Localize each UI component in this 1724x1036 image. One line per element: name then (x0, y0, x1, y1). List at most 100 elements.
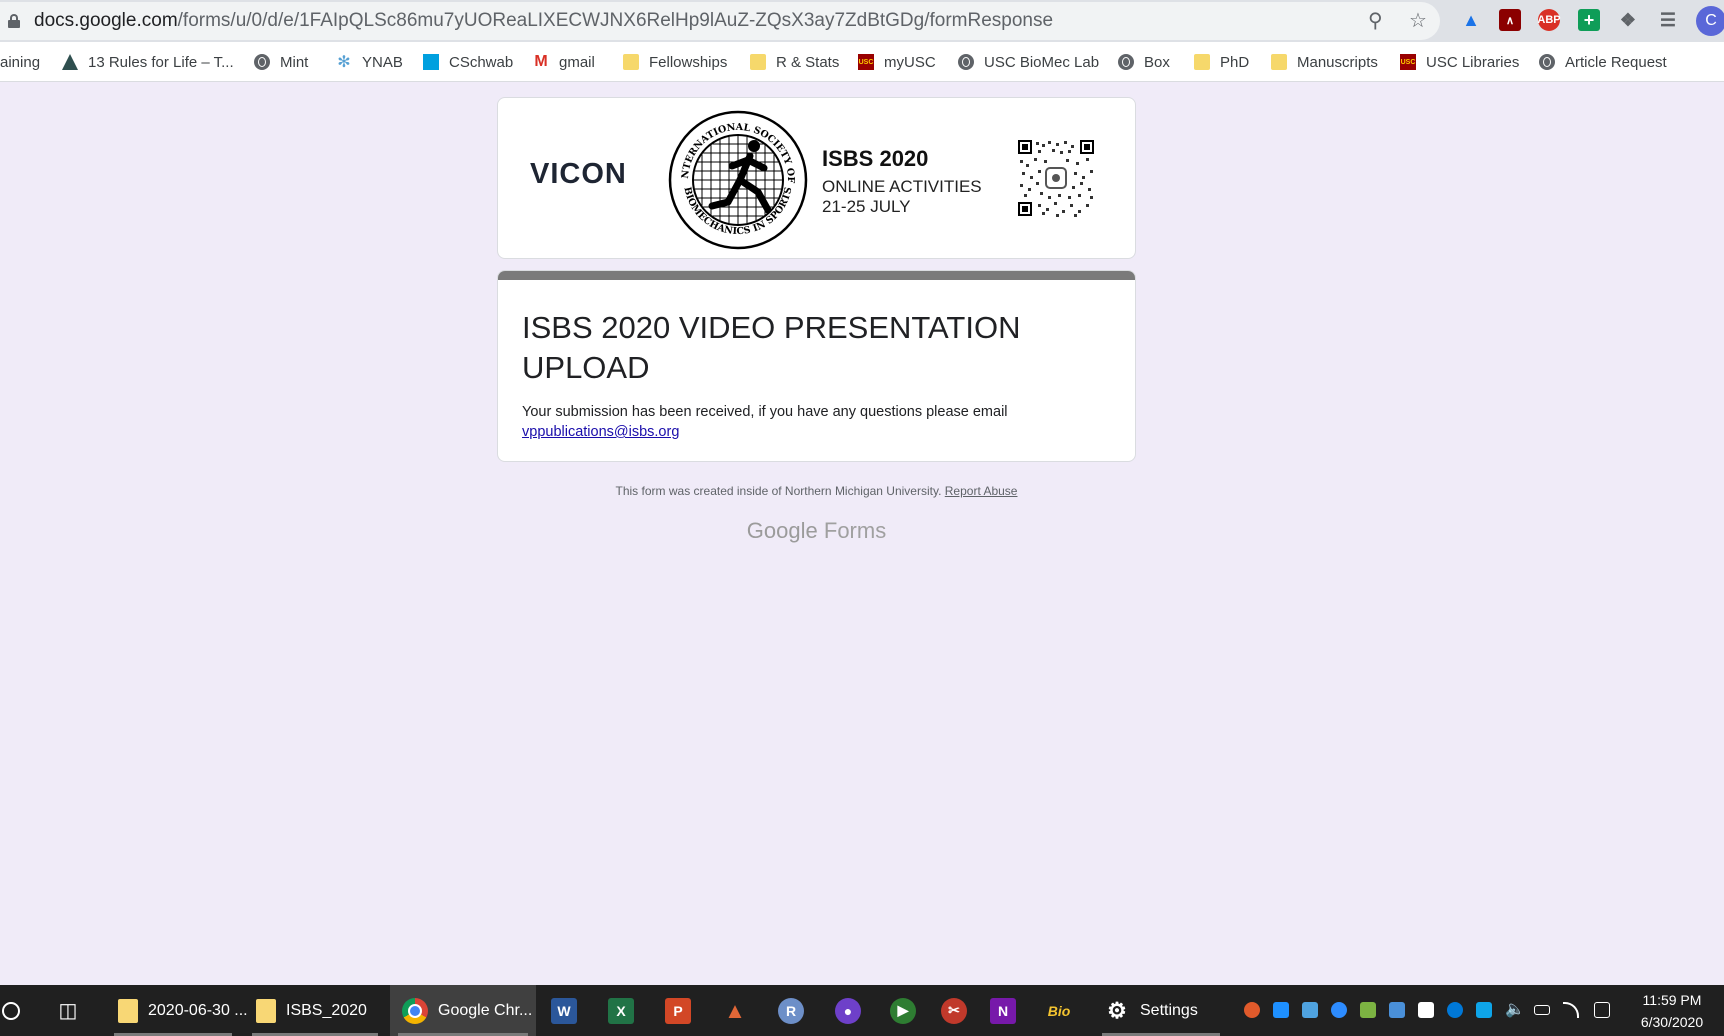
graduation-cap-icon[interactable]: ▲ (1460, 9, 1482, 31)
bluetooth-icon[interactable] (1447, 1002, 1463, 1018)
confirmation-message: Your submission has been received, if yo… (522, 402, 1112, 442)
url-text[interactable]: docs.google.com/forms/u/0/d/e/1FAIpQLSc8… (34, 10, 1053, 32)
task-view-button[interactable]: ◫ (48, 985, 88, 1036)
taskbar-explorer-1[interactable]: 2020-06-30 ... (106, 985, 248, 1036)
form-title: ISBS 2020 VIDEO PRESENTATION UPLOAD (522, 310, 1021, 385)
puzzle-icon[interactable]: ❖ (1617, 9, 1639, 31)
confirmation-text: Your submission has been received, if yo… (522, 404, 1008, 420)
bookmark-myusc[interactable]: USC myUSC (858, 42, 936, 82)
taskbar-settings[interactable]: ⚙ Settings (1094, 985, 1228, 1036)
taskbar-label: Settings (1140, 1001, 1198, 1019)
bookmark-phd[interactable]: PhD (1194, 42, 1249, 82)
bookmark-gmail[interactable]: Mgmail (533, 42, 595, 82)
zoom-icon[interactable]: ⚲ (1368, 11, 1383, 31)
isbs-title: ISBS 2020 (822, 146, 929, 171)
taskbar-excel[interactable]: X (608, 985, 644, 1036)
taskbar-word[interactable]: W (551, 985, 587, 1036)
taskbar-label: ISBS_2020 (286, 1001, 367, 1019)
bookmark-article-request[interactable]: Article Request (1539, 42, 1667, 82)
footer-disclaimer: This form was created inside of Northern… (0, 484, 1633, 498)
taskbar-snipping[interactable]: ✂ (941, 985, 977, 1036)
taskbar-r[interactable]: R (778, 985, 814, 1036)
taskbar-github[interactable]: ● (835, 985, 871, 1036)
bookmark-usc-biomec-lab[interactable]: USC BioMec Lab (958, 42, 1099, 82)
lock-icon[interactable] (8, 14, 20, 28)
folder-icon (1271, 54, 1287, 70)
bookmark-label: USC Libraries (1426, 53, 1520, 71)
gear-icon: ⚙ (1107, 997, 1127, 1023)
contact-email-link[interactable]: vppublications@isbs.org (522, 424, 679, 440)
wifi-icon[interactable] (1563, 1002, 1579, 1018)
bookmark-training[interactable]: aining (0, 42, 40, 82)
battery-icon[interactable] (1534, 1005, 1550, 1015)
bookmark-box[interactable]: Box (1118, 42, 1170, 82)
tray-app-icon[interactable] (1244, 1002, 1260, 1018)
play-icon: ▶ (890, 997, 916, 1024)
bookmark-13-rules[interactable]: 13 Rules for Life – T... (62, 42, 234, 82)
forms-wordmark: Forms (823, 518, 887, 543)
onenote-icon: N (990, 997, 1016, 1024)
usc-icon: USC (858, 54, 874, 70)
bookmark-label: myUSC (884, 53, 936, 71)
footer-note-text: This form was created inside of Northern… (615, 484, 942, 498)
vicon-logo: VICON (530, 158, 627, 190)
taskbar-matlab[interactable]: ▲ (722, 985, 758, 1036)
tray-network-drive-icon[interactable] (1302, 1002, 1318, 1018)
plus-extension-icon[interactable]: + (1578, 9, 1600, 31)
taskbar-powerpoint[interactable]: P (665, 985, 701, 1036)
address-bar[interactable]: docs.google.com/forms/u/0/d/e/1FAIpQLSc8… (0, 2, 1440, 40)
bookmark-label: R & Stats (776, 53, 840, 71)
tray-s-icon[interactable] (1273, 1002, 1289, 1018)
bookmark-manuscripts[interactable]: Manuscripts (1271, 42, 1378, 82)
bookmark-fellowships[interactable]: Fellowships (623, 42, 727, 82)
bookmark-label: YNAB (362, 53, 403, 71)
bookmark-r-stats[interactable]: R & Stats (750, 42, 839, 82)
taskbar-explorer-2[interactable]: ISBS_2020 (244, 985, 386, 1036)
bookmark-label: USC BioMec Lab (984, 53, 1100, 71)
scissors-icon: ✂ (941, 997, 967, 1024)
bookmark-mint[interactable]: Mint (254, 42, 308, 82)
volume-icon[interactable]: 🔈 (1505, 1002, 1525, 1018)
shield-icon[interactable] (1418, 1002, 1434, 1018)
star-icon[interactable]: ☆ (1409, 11, 1427, 31)
media-queue-icon[interactable]: ☰ (1657, 9, 1679, 31)
folder-icon (750, 54, 766, 70)
windows-taskbar: ◫ 2020-06-30 ... ISBS_2020 Google Chr...… (0, 985, 1724, 1036)
schwab-icon (423, 54, 439, 70)
adblock-icon[interactable]: ABP (1537, 9, 1561, 31)
notification-icon[interactable] (1594, 1002, 1610, 1018)
folder-icon (256, 998, 276, 1023)
acrobat-icon[interactable]: ∧ (1499, 9, 1521, 31)
folder-icon (623, 54, 639, 70)
taskbar-chrome[interactable]: Google Chr... (390, 985, 536, 1036)
chrome-icon (402, 997, 428, 1024)
system-clock[interactable]: 11:59 PM 6/30/2020 (1624, 989, 1720, 1033)
bookmark-label: aining (0, 53, 41, 71)
bookmark-usc-libraries[interactable]: USC USC Libraries (1400, 42, 1519, 82)
isbs-seal-icon: INTERNATIONAL SOCIETY OF BIOMECHANICS IN… (668, 110, 808, 250)
bookmark-label: Box (1144, 53, 1170, 71)
bookmark-cschwab[interactable]: CSchwab (423, 42, 513, 82)
powerpoint-icon: P (665, 997, 691, 1024)
tray-sync-icon[interactable] (1360, 1002, 1376, 1018)
header-image-card: VICON NTERNATIONAL SOCIETY OF BIOMECHANI… (497, 97, 1136, 259)
bookmark-label: gmail (559, 53, 595, 71)
profile-avatar[interactable]: C (1696, 6, 1724, 36)
tray-wave-icon[interactable] (1476, 1002, 1492, 1018)
bookmark-label: CSchwab (449, 53, 514, 71)
bookmark-label: PhD (1220, 53, 1250, 71)
taskbar-bio[interactable]: Bio (1046, 985, 1082, 1036)
search-button[interactable] (0, 985, 22, 1036)
zoom-tray-icon[interactable] (1331, 1002, 1347, 1018)
taskbar-media-player[interactable]: ▶ (890, 985, 926, 1036)
taskbar-onenote[interactable]: N (990, 985, 1026, 1036)
bookmark-ynab[interactable]: ✻ YNAB (336, 42, 403, 82)
tray-tool-icon[interactable] (1389, 1002, 1405, 1018)
google-forms-logo[interactable]: Google Forms (0, 518, 1633, 544)
folder-icon (118, 998, 138, 1023)
report-abuse-link[interactable]: Report Abuse (945, 484, 1018, 498)
confirmation-card: ISBS 2020 VIDEO PRESENTATION UPLOAD Your… (497, 270, 1136, 462)
qr-code-icon (1016, 138, 1096, 218)
bookmarks-bar: aining 13 Rules for Life – T... Mint ✻ YN… (0, 42, 1724, 82)
folder-icon (1194, 54, 1210, 70)
